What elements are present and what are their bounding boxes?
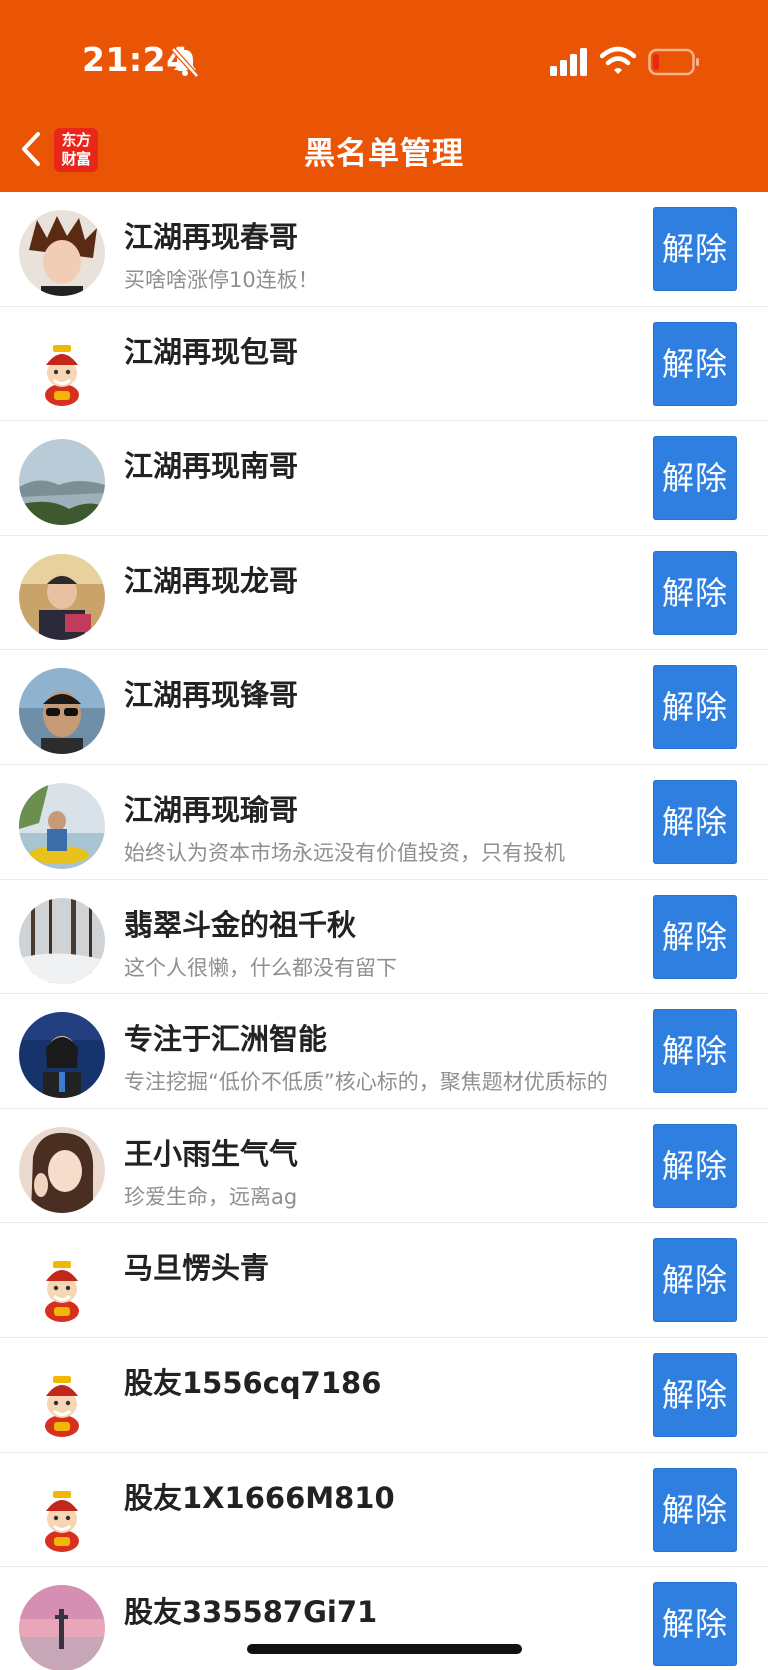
avatar-image — [19, 439, 105, 526]
list-item[interactable]: 股友1X1666M810 解除 — [0, 1452, 768, 1568]
list-item[interactable]: 马旦愣头青 解除 — [0, 1223, 768, 1338]
unblock-button[interactable]: 解除 — [653, 321, 737, 406]
user-name[interactable]: 专注于汇洲智能 — [124, 1016, 327, 1058]
unblock-button[interactable]: 解除 — [653, 1238, 737, 1323]
avatar[interactable] — [19, 1241, 105, 1328]
user-name[interactable]: 江湖再现春哥 — [124, 214, 298, 256]
unblock-button[interactable]: 解除 — [653, 1582, 737, 1667]
list-item[interactable]: 专注于汇洲智能专注挖掘“低价不低质”核心标的，聚焦题材优质标的 解除 — [0, 994, 768, 1109]
avatar-image — [19, 1241, 105, 1328]
avatar-image — [19, 1355, 105, 1442]
avatar[interactable] — [19, 668, 105, 755]
avatar[interactable] — [19, 210, 105, 296]
list-item[interactable]: 江湖再现南哥 解除 — [0, 421, 768, 536]
avatar-image — [19, 1585, 105, 1670]
home-indicator — [247, 1644, 522, 1654]
user-name[interactable]: 翡翠斗金的祖千秋 — [124, 902, 356, 944]
unblock-button[interactable]: 解除 — [653, 1009, 737, 1094]
wifi-icon — [600, 46, 636, 74]
avatar[interactable] — [19, 1355, 105, 1442]
avatar[interactable] — [19, 782, 105, 869]
blacklist: 江湖再现春哥 买啥啥涨停10连板！ 解除 江湖再现包哥 解除 江湖再现南哥 解除 江湖再… — [0, 192, 768, 1670]
avatar[interactable] — [19, 1470, 105, 1557]
user-name[interactable]: 江湖再现南哥 — [124, 443, 298, 485]
user-name[interactable]: 江湖再现包哥 — [124, 329, 298, 371]
avatar[interactable] — [19, 1126, 105, 1213]
user-name[interactable]: 马旦愣头青 — [124, 1245, 269, 1287]
unblock-button[interactable]: 解除 — [653, 207, 737, 291]
avatar-image — [19, 897, 105, 984]
avatar[interactable] — [19, 553, 105, 640]
user-bio: 买啥啥涨停10连板！ — [124, 268, 319, 292]
avatar[interactable] — [19, 1012, 105, 1099]
list-item[interactable]: 江湖再现包哥 解除 — [0, 306, 768, 422]
user-name[interactable]: 王小雨生气气 — [124, 1131, 298, 1173]
avatar-image — [19, 324, 105, 411]
avatar[interactable] — [19, 439, 105, 526]
avatar-image — [19, 782, 105, 869]
user-name[interactable]: 股友1556cq7186 — [124, 1360, 381, 1402]
bell-mute-icon — [171, 47, 199, 78]
avatar[interactable] — [19, 324, 105, 411]
avatar-image — [19, 1470, 105, 1557]
list-item[interactable]: 江湖再现龙哥 解除 — [0, 535, 768, 651]
signal-icon — [550, 48, 587, 76]
avatar[interactable] — [19, 1585, 105, 1670]
list-item[interactable]: 江湖再现瑜哥始终认为资本市场永远没有价值投资，只有投机 解除 — [0, 764, 768, 880]
unblock-button[interactable]: 解除 — [653, 779, 737, 864]
list-item[interactable]: 股友1556cq7186 解除 — [0, 1337, 768, 1453]
user-name[interactable]: 江湖再现锋哥 — [124, 672, 298, 714]
unblock-button[interactable]: 解除 — [653, 1467, 737, 1552]
page-title: 黑名单管理 — [304, 136, 464, 172]
user-bio: 始终认为资本市场永远没有价值投资，只有投机 — [124, 840, 565, 865]
user-name[interactable]: 江湖再现龙哥 — [124, 558, 298, 600]
list-item[interactable]: 王小雨生气气珍爱生命，远离ag 解除 — [0, 1108, 768, 1224]
user-bio: 专注挖掘“低价不低质”核心标的，聚焦题材优质标的 — [124, 1070, 608, 1095]
avatar-image — [19, 553, 105, 640]
unblock-button[interactable]: 解除 — [653, 665, 737, 750]
list-item[interactable]: 江湖再现锋哥 解除 — [0, 650, 768, 765]
unblock-button[interactable]: 解除 — [653, 1123, 737, 1208]
user-bio: 这个人很懒，什么都没有留下 — [124, 955, 397, 980]
user-bio: 珍爱生命，远离ag — [124, 1184, 298, 1209]
avatar-image — [19, 1012, 105, 1099]
top-header: 21:24 东方 财富 黑名单管理 — [0, 0, 768, 192]
battery-icon — [648, 48, 699, 76]
user-name[interactable]: 股友335587Gi71 — [124, 1589, 377, 1631]
list-item[interactable]: 翡翠斗金的祖千秋这个人很懒，什么都没有留下 解除 — [0, 879, 768, 995]
avatar-image — [19, 668, 105, 755]
unblock-button[interactable]: 解除 — [653, 1352, 737, 1437]
avatar-image — [19, 210, 105, 296]
list-item[interactable]: 股友335587Gi71 解除 — [0, 1567, 768, 1670]
unblock-button[interactable]: 解除 — [653, 894, 737, 979]
avatar[interactable] — [19, 897, 105, 984]
list-item[interactable]: 江湖再现春哥买啥啥涨停10连板！ 解除 — [0, 192, 768, 307]
unblock-button[interactable]: 解除 — [653, 550, 737, 635]
unblock-button[interactable]: 解除 — [653, 436, 737, 521]
user-name[interactable]: 江湖再现瑜哥 — [124, 787, 298, 829]
user-name[interactable]: 股友1X1666M810 — [124, 1475, 395, 1517]
avatar-image — [19, 1126, 105, 1213]
